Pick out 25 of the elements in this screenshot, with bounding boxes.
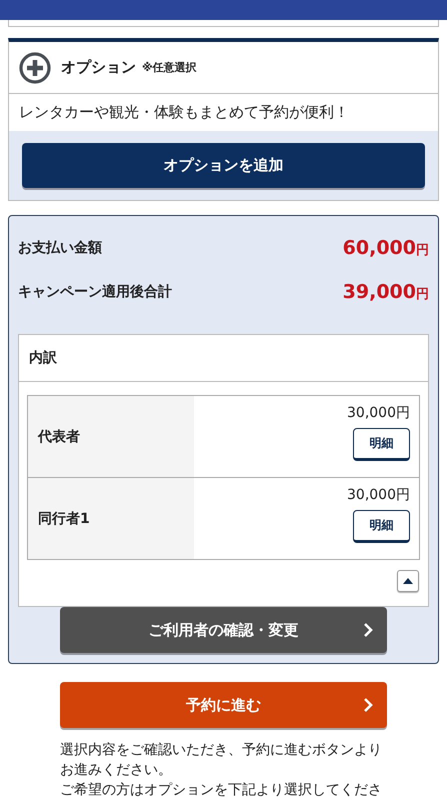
- instruction-text: お進みください。: [60, 761, 173, 780]
- proceed-button[interactable]: 予約に進む: [60, 682, 387, 728]
- table-cell: 30,000円: [347, 486, 410, 504]
- payment-amount: 39,000円: [342, 281, 429, 303]
- instruction-text: ご希望の方はオプションを下記より選択してくださ: [60, 781, 383, 800]
- details-button[interactable]: 明細: [353, 510, 410, 543]
- payment-label: お支払い金額: [18, 239, 102, 257]
- chevron-right-icon: [363, 623, 373, 637]
- table-cell: 同行者1: [28, 478, 194, 559]
- table-cell: 代表者: [28, 396, 194, 477]
- payment-amount: 60,000円: [342, 237, 429, 259]
- breakdown-title: 内訳: [19, 335, 428, 382]
- caret-icon: [402, 577, 414, 585]
- option-description: レンタカーや観光・体験もまとめて予約が便利！: [9, 94, 438, 131]
- user-confirm-button[interactable]: ご利用者の確認・変更: [60, 607, 387, 653]
- chevron-right-icon: [363, 698, 373, 712]
- instruction-text: 選択内容をご確認いただき、予約に進むボタンより: [60, 741, 383, 760]
- optional-note: ※任意選択: [142, 60, 197, 75]
- plus-circle-icon: [19, 52, 51, 84]
- details-button[interactable]: 明細: [353, 428, 410, 461]
- collapse-button[interactable]: [397, 570, 419, 592]
- table-cell: 30,000円: [347, 404, 410, 422]
- add-option-button[interactable]: オプションを追加: [22, 143, 425, 188]
- option-title: オプション: [61, 58, 136, 77]
- payment-label: キャンペーン適用後合計: [18, 283, 172, 301]
